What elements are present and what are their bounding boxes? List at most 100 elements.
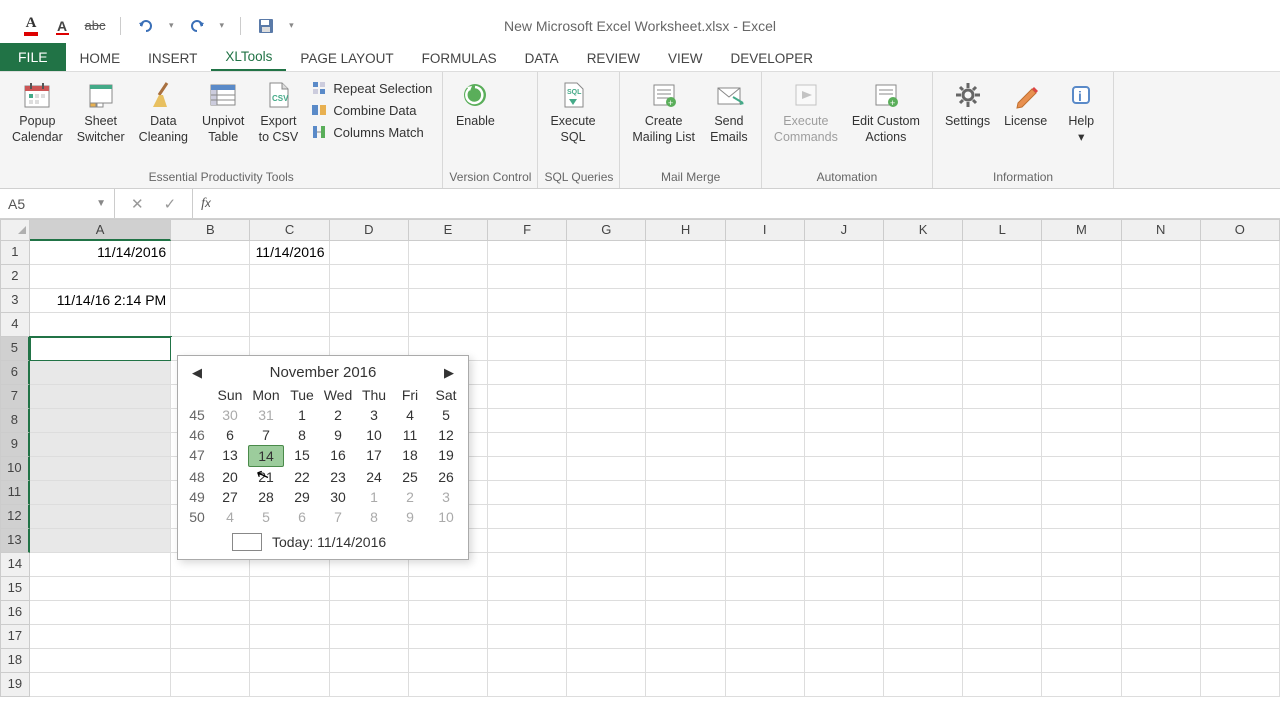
select-all-corner[interactable] (0, 219, 30, 241)
col-header-k[interactable]: K (884, 219, 963, 241)
cell-g5[interactable] (567, 337, 646, 361)
cell-l12[interactable] (963, 505, 1042, 529)
calendar-day-22[interactable]: 22 (284, 467, 320, 487)
cell-m18[interactable] (1042, 649, 1121, 673)
cell-i10[interactable] (726, 457, 805, 481)
col-header-g[interactable]: G (567, 219, 646, 241)
tab-view[interactable]: VIEW (654, 46, 717, 71)
cell-d18[interactable] (330, 649, 409, 673)
sheet-switcher-button[interactable]: SheetSwitcher (71, 75, 131, 168)
create-mailing-list-button[interactable]: +CreateMailing List (626, 75, 701, 168)
cell-f18[interactable] (488, 649, 567, 673)
tab-data[interactable]: DATA (511, 46, 573, 71)
cell-n11[interactable] (1122, 481, 1201, 505)
calendar-day-18[interactable]: 18 (392, 445, 428, 467)
cell-j19[interactable] (805, 673, 884, 697)
calendar-day-24[interactable]: 24 (356, 467, 392, 487)
cell-m13[interactable] (1042, 529, 1121, 553)
cell-h9[interactable] (646, 433, 725, 457)
calendar-day-7-other[interactable]: 7 (320, 507, 356, 527)
cell-k10[interactable] (884, 457, 963, 481)
cell-h16[interactable] (646, 601, 725, 625)
cell-f1[interactable] (488, 241, 567, 265)
cell-k11[interactable] (884, 481, 963, 505)
cell-f5[interactable] (488, 337, 567, 361)
cell-k3[interactable] (884, 289, 963, 313)
cell-e17[interactable] (409, 625, 488, 649)
calendar-day-1[interactable]: 1 (284, 405, 320, 425)
calendar-day-21[interactable]: 21 (248, 467, 284, 487)
cell-a19[interactable] (30, 673, 172, 697)
cell-g10[interactable] (567, 457, 646, 481)
cell-n6[interactable] (1122, 361, 1201, 385)
cell-g18[interactable] (567, 649, 646, 673)
license-button[interactable]: License (998, 75, 1053, 168)
cell-f17[interactable] (488, 625, 567, 649)
cell-g1[interactable] (567, 241, 646, 265)
cell-k19[interactable] (884, 673, 963, 697)
cell-a10[interactable] (30, 457, 171, 481)
cell-a1[interactable]: 11/14/2016 (30, 241, 172, 265)
data-cleaning-button[interactable]: DataCleaning (133, 75, 194, 168)
cell-i6[interactable] (726, 361, 805, 385)
cell-c4[interactable] (250, 313, 329, 337)
cell-h12[interactable] (646, 505, 725, 529)
redo-icon[interactable] (188, 17, 206, 35)
cell-f16[interactable] (488, 601, 567, 625)
calendar-day-16[interactable]: 16 (320, 445, 356, 467)
cell-b16[interactable] (171, 601, 250, 625)
col-header-m[interactable]: M (1042, 219, 1121, 241)
cancel-icon[interactable]: ✕ (131, 195, 144, 213)
cell-m19[interactable] (1042, 673, 1121, 697)
cell-j9[interactable] (805, 433, 884, 457)
cell-i8[interactable] (726, 409, 805, 433)
cell-m12[interactable] (1042, 505, 1121, 529)
cell-h10[interactable] (646, 457, 725, 481)
cell-f3[interactable] (488, 289, 567, 313)
cell-j12[interactable] (805, 505, 884, 529)
calendar-day-10[interactable]: 10 (356, 425, 392, 445)
cell-d17[interactable] (330, 625, 409, 649)
cell-f6[interactable] (488, 361, 567, 385)
name-box[interactable]: A5 ▼ (0, 189, 115, 218)
cell-j6[interactable] (805, 361, 884, 385)
cell-a13[interactable] (30, 529, 171, 553)
calendar-day-30[interactable]: 30 (320, 487, 356, 507)
calendar-day-2-other[interactable]: 2 (392, 487, 428, 507)
cell-o3[interactable] (1201, 289, 1280, 313)
cell-f9[interactable] (488, 433, 567, 457)
cell-b15[interactable] (171, 577, 250, 601)
cell-k17[interactable] (884, 625, 963, 649)
cell-i12[interactable] (726, 505, 805, 529)
cell-f13[interactable] (488, 529, 567, 553)
cell-h18[interactable] (646, 649, 725, 673)
cell-h11[interactable] (646, 481, 725, 505)
cell-a7[interactable] (30, 385, 171, 409)
cell-m4[interactable] (1042, 313, 1121, 337)
cell-m11[interactable] (1042, 481, 1121, 505)
cell-m10[interactable] (1042, 457, 1121, 481)
cell-k9[interactable] (884, 433, 963, 457)
cell-o17[interactable] (1201, 625, 1280, 649)
help-button[interactable]: iHelp▾ (1055, 75, 1107, 168)
cell-m15[interactable] (1042, 577, 1121, 601)
cell-o8[interactable] (1201, 409, 1280, 433)
cell-e1[interactable] (409, 241, 488, 265)
cell-n13[interactable] (1122, 529, 1201, 553)
cell-k16[interactable] (884, 601, 963, 625)
cell-o4[interactable] (1201, 313, 1280, 337)
cell-n2[interactable] (1122, 265, 1201, 289)
cell-i4[interactable] (726, 313, 805, 337)
cell-f15[interactable] (488, 577, 567, 601)
tab-insert[interactable]: INSERT (134, 46, 211, 71)
cell-l10[interactable] (963, 457, 1042, 481)
cell-n4[interactable] (1122, 313, 1201, 337)
cell-k2[interactable] (884, 265, 963, 289)
cell-j5[interactable] (805, 337, 884, 361)
cell-m7[interactable] (1042, 385, 1121, 409)
cell-b18[interactable] (171, 649, 250, 673)
calendar-day-8[interactable]: 8 (284, 425, 320, 445)
cell-g6[interactable] (567, 361, 646, 385)
col-header-o[interactable]: O (1201, 219, 1280, 241)
col-header-c[interactable]: C (250, 219, 329, 241)
